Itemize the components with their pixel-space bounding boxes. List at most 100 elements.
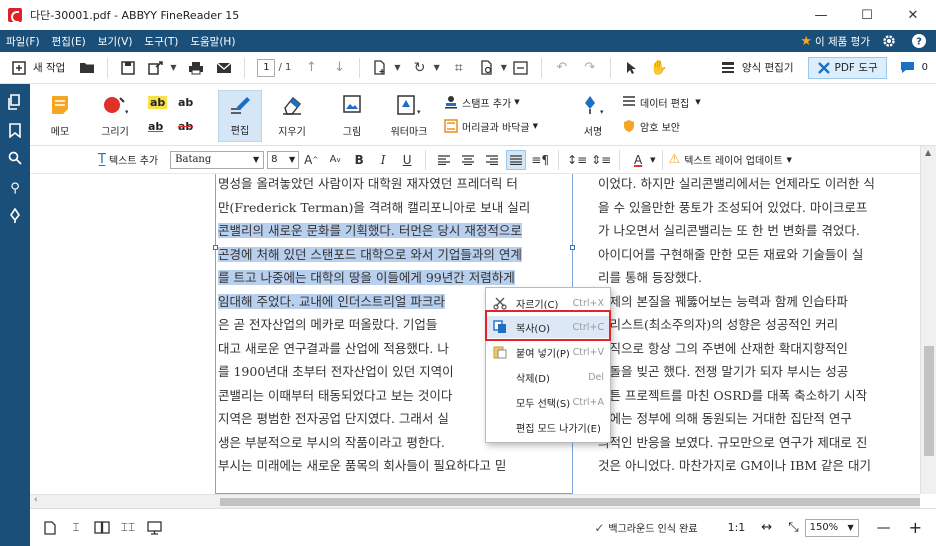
print-icon[interactable] xyxy=(185,57,207,79)
zoom-select[interactable]: 150% ▼ xyxy=(804,518,859,537)
arrow-down-icon[interactable]: ↓ xyxy=(328,57,350,79)
vertical-scroll-thumb[interactable] xyxy=(924,346,934,456)
resize-handle[interactable] xyxy=(570,245,575,250)
stamp-add-button[interactable]: 스탬프 추가 ▼ xyxy=(444,94,520,110)
menu-help[interactable]: 도움말(H) xyxy=(184,34,241,49)
right-text-column[interactable]: 이었다. 하지만 실리콘밸리에서는 언제라도 이러한 식 을 수 있을만한 풍토… xyxy=(598,174,875,478)
fit-width-icon[interactable]: ↔ xyxy=(761,520,772,535)
align-left-button[interactable] xyxy=(434,150,454,170)
image-scan-icon[interactable] xyxy=(510,57,532,79)
left-text-column[interactable]: 명성을 올려놓았던 사람이자 대학원 재자였던 프레더릭 터 만(Frederi… xyxy=(218,174,530,478)
pages-panel-icon[interactable] xyxy=(7,94,23,110)
header-footer-button[interactable]: 머리글과 바닥글 ▼ xyxy=(444,118,538,134)
italic-button[interactable]: I xyxy=(373,150,393,170)
page-recognize-dropdown-icon[interactable]: ▼ xyxy=(501,63,507,72)
email-icon[interactable] xyxy=(213,57,235,79)
increase-font-size-button[interactable]: A ^ xyxy=(301,150,321,170)
undo-icon[interactable]: ↶ xyxy=(551,57,573,79)
two-page-view-icon[interactable] xyxy=(92,518,112,538)
vertical-scrollbar[interactable]: ▲ xyxy=(920,146,936,494)
redo-icon[interactable]: ↷ xyxy=(579,57,601,79)
continuous-scroll-view-icon[interactable]: ⌶ xyxy=(66,518,86,538)
page-recognize-icon[interactable] xyxy=(476,57,498,79)
save-icon[interactable] xyxy=(117,57,139,79)
presentation-mode-icon[interactable] xyxy=(144,518,164,538)
attachment-icon[interactable]: ⚲ xyxy=(7,180,23,196)
underline-text-button[interactable]: ab xyxy=(148,118,163,134)
comment-icon[interactable] xyxy=(897,57,919,79)
horizontal-scroll-thumb[interactable] xyxy=(220,498,920,506)
hand-icon[interactable]: ✋ xyxy=(648,57,670,79)
highlight-text-button[interactable]: ab xyxy=(148,94,168,110)
export-icon[interactable] xyxy=(145,57,167,79)
align-right-button[interactable] xyxy=(482,150,502,170)
data-edit-button[interactable]: 데이터 편집 ▼ xyxy=(622,94,701,110)
arrow-up-icon[interactable]: ↑ xyxy=(300,57,322,79)
gear-icon[interactable] xyxy=(882,34,896,48)
exit-edit-mode-menu-item[interactable]: 편집 모드 나가기(E) xyxy=(486,416,610,438)
memo-button[interactable]: 메모 xyxy=(38,90,82,142)
text-color-dropdown-icon[interactable]: ▼ xyxy=(650,156,655,164)
watermark-button[interactable]: ▾ 워터마크 xyxy=(382,90,436,142)
sign-button[interactable]: ▾ 서명 xyxy=(570,90,616,142)
rotate-icon[interactable]: ↻ xyxy=(409,57,431,79)
pointer-icon[interactable] xyxy=(620,57,642,79)
scroll-left-icon[interactable]: ‹ xyxy=(34,495,38,505)
align-center-button[interactable] xyxy=(458,150,478,170)
menu-view[interactable]: 보기(V) xyxy=(92,34,139,49)
rotate-dropdown-icon[interactable]: ▼ xyxy=(434,63,440,72)
crop-icon[interactable]: ⌗ xyxy=(448,57,470,79)
draw-button[interactable]: ▾ 그리기 xyxy=(92,90,138,142)
font-family-select[interactable]: Batang ▼ xyxy=(170,150,265,169)
add-text-button[interactable]: T̲ 텍스트 추가 xyxy=(98,152,158,167)
font-size-select[interactable]: 8 ▼ xyxy=(267,150,300,169)
menu-file[interactable]: 파일(F) xyxy=(0,34,46,49)
signature-icon[interactable] xyxy=(7,208,23,224)
star-icon[interactable]: ★ xyxy=(800,34,812,49)
justify-button[interactable] xyxy=(506,149,527,170)
new-task-button[interactable]: 새 작업 xyxy=(33,60,65,75)
password-protect-button[interactable]: 암호 보안 xyxy=(622,118,680,134)
single-page-view-icon[interactable] xyxy=(40,518,60,538)
cross-out-text-button[interactable]: ab xyxy=(178,118,193,134)
add-page-dropdown-icon[interactable]: ▼ xyxy=(394,63,400,72)
search-icon[interactable] xyxy=(7,150,23,166)
bold-button[interactable]: B xyxy=(349,150,369,170)
help-icon[interactable]: ? xyxy=(912,34,926,48)
close-button[interactable]: ✕ xyxy=(890,0,936,30)
pdf-tools-button[interactable]: PDF 도구 xyxy=(807,56,887,79)
delete-menu-item[interactable]: 삭제(D) Del xyxy=(486,366,610,388)
fit-page-icon[interactable]: ⤡ xyxy=(788,520,798,535)
zoom-in-icon[interactable]: + xyxy=(909,518,922,537)
page-number-input[interactable]: 1 xyxy=(257,58,276,77)
add-page-icon[interactable] xyxy=(369,57,391,79)
maximize-button[interactable]: ☐ xyxy=(844,0,890,30)
bookmark-icon[interactable] xyxy=(7,122,23,138)
actual-size-button[interactable]: 1:1 xyxy=(728,521,746,534)
text-color-button[interactable]: A xyxy=(628,150,648,170)
paragraph-spacing-button[interactable]: ⇕≡ xyxy=(591,150,611,170)
paragraph-mark-button[interactable]: ≡¶ xyxy=(530,150,550,170)
form-editor-button[interactable]: 양식 편집기 xyxy=(742,60,794,75)
export-dropdown-icon[interactable]: ▼ xyxy=(170,63,176,72)
update-text-layer-button[interactable]: ⚠ 텍스트 레이어 업데이트 ▼ xyxy=(669,152,792,167)
zoom-out-icon[interactable]: — xyxy=(877,520,891,536)
erase-button[interactable]: 지우기 xyxy=(270,90,314,142)
menu-edit[interactable]: 편집(E) xyxy=(46,34,92,49)
image-button[interactable]: 그림 xyxy=(330,90,374,142)
form-editor-icon[interactable] xyxy=(717,57,739,79)
folder-open-icon[interactable] xyxy=(76,57,98,79)
horizontal-scrollbar[interactable]: ‹ xyxy=(30,494,920,508)
rate-product-link[interactable]: 이 제품 평가 xyxy=(815,34,870,49)
select-all-menu-item[interactable]: 모두 선택(S) Ctrl+A xyxy=(486,391,610,413)
decrease-font-size-button[interactable]: Av xyxy=(325,150,345,170)
underline-button[interactable]: U xyxy=(397,150,417,170)
line-spacing-button[interactable]: ↕≡ xyxy=(567,150,587,170)
strikeout-text-button[interactable]: ab xyxy=(178,94,193,110)
edit-button[interactable]: 편집 xyxy=(218,90,262,142)
paste-menu-item[interactable]: 붙여 넣기(P) Ctrl+V xyxy=(486,341,610,363)
document-view[interactable]: 명성을 올려놓았던 사람이자 대학원 재자였던 프레더릭 터 만(Frederi… xyxy=(30,174,920,494)
two-page-scroll-view-icon[interactable]: ⌶⌶ xyxy=(118,518,138,538)
scroll-up-icon[interactable]: ▲ xyxy=(925,148,931,157)
minimize-button[interactable]: — xyxy=(798,0,844,30)
